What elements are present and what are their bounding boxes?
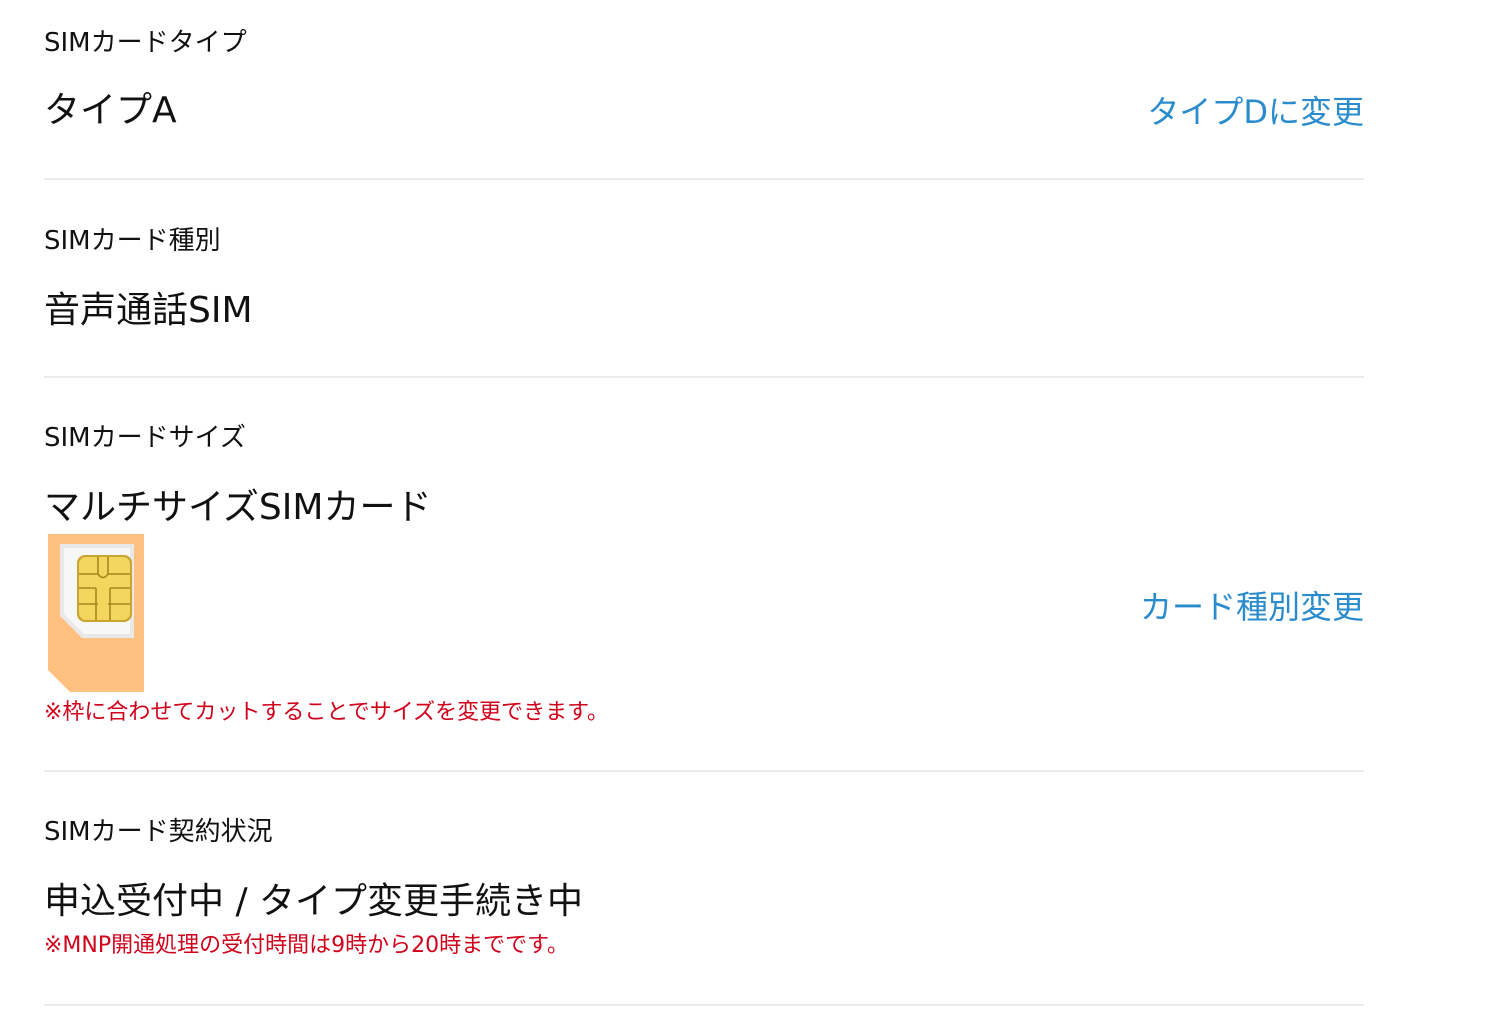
sim-kind-label: SIMカード種別 [44, 226, 221, 256]
sim-size-section: SIMカードサイズ マルチサイズSIMカード カード種別変更 ※枠に合わせてカッ… [44, 378, 1364, 772]
sim-contract-status: 申込受付中 / タイプ変更手続き中 [44, 881, 584, 922]
sim-type-section: SIMカードタイプ タイプA タイプDに変更 [44, 0, 1364, 180]
sim-contract-label: SIMカード契約状況 [44, 817, 273, 847]
sim-size-label: SIMカードサイズ [44, 423, 246, 453]
mnp-hours-note: ※MNP開通処理の受付時間は9時から20時までです。 [44, 933, 569, 958]
multi-size-sim-card-icon [48, 534, 144, 692]
sim-contract-section: SIMカード契約状況 申込受付中 / タイプ変更手続き中 ※MNP開通処理の受付… [44, 772, 1364, 1006]
change-card-kind-link[interactable]: カード種別変更 [1140, 587, 1364, 627]
sim-kind-value: 音声通話SIM [44, 290, 253, 331]
sim-kind-section: SIMカード種別 音声通話SIM [44, 180, 1364, 378]
sim-size-value: マルチサイズSIMカード [44, 487, 432, 528]
divider [44, 1004, 1364, 1006]
change-to-type-d-link[interactable]: タイプDに変更 [1147, 92, 1364, 132]
cut-size-note: ※枠に合わせてカットすることでサイズを変更できます。 [44, 700, 609, 725]
sim-type-value: タイプA [44, 90, 177, 131]
sim-type-label: SIMカードタイプ [44, 28, 247, 58]
